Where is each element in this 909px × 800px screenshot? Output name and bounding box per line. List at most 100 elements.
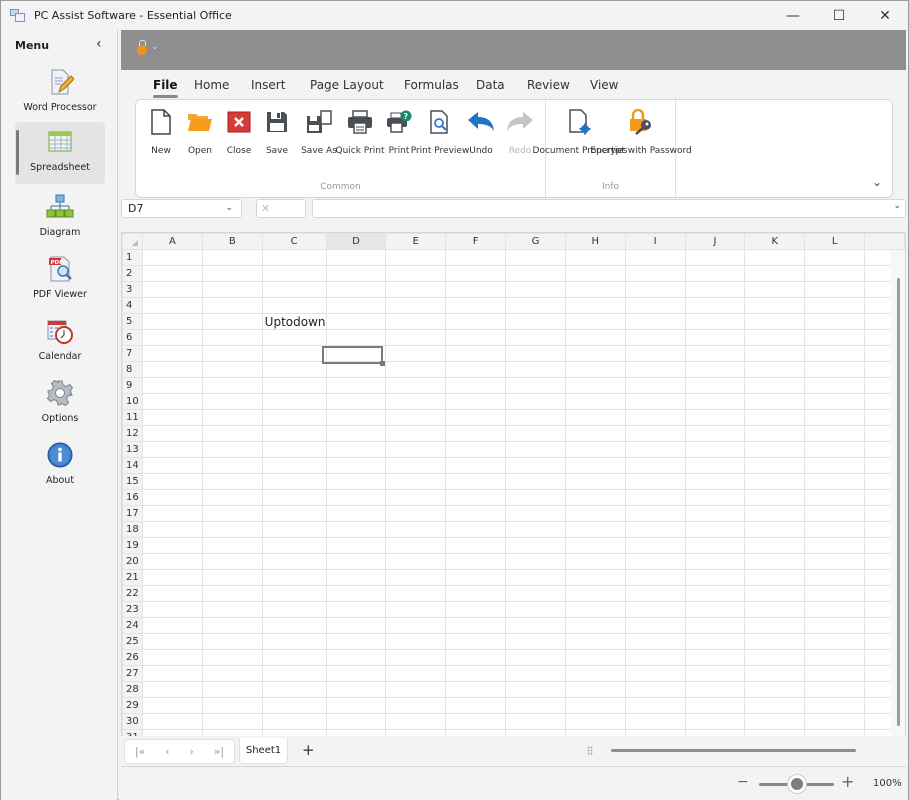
cell[interactable] (804, 569, 866, 586)
cell[interactable] (684, 377, 746, 394)
cell[interactable] (141, 697, 203, 714)
cell[interactable] (684, 473, 746, 490)
cell[interactable] (445, 409, 507, 426)
quick-print-button[interactable]: Quick Print (336, 108, 385, 157)
cell[interactable] (505, 697, 566, 714)
add-sheet-button[interactable]: + (302, 741, 315, 759)
cell[interactable] (325, 681, 387, 698)
cell[interactable] (624, 345, 686, 362)
cell[interactable] (385, 393, 447, 410)
cell[interactable] (445, 297, 507, 314)
cell[interactable] (385, 281, 447, 298)
cell[interactable] (445, 649, 507, 666)
close-document-button[interactable]: Close (219, 108, 259, 157)
cell[interactable] (505, 329, 566, 346)
cell[interactable] (744, 425, 806, 442)
formula-cancel-button[interactable]: ✕ (256, 199, 306, 218)
cell[interactable] (624, 313, 686, 330)
cell[interactable] (804, 393, 866, 410)
cell[interactable] (744, 361, 806, 378)
cell[interactable] (445, 425, 507, 442)
cell[interactable] (325, 633, 387, 650)
cell[interactable] (385, 249, 447, 266)
cell[interactable] (804, 537, 866, 554)
new-button[interactable]: New (141, 108, 181, 157)
cell[interactable] (141, 505, 203, 522)
cell[interactable] (744, 649, 806, 666)
cell[interactable] (564, 329, 626, 346)
cell[interactable] (505, 713, 566, 730)
save-button[interactable]: Save (257, 108, 297, 157)
cell[interactable] (325, 249, 387, 266)
cell[interactable] (201, 441, 263, 458)
column-header[interactable]: A (141, 233, 203, 250)
cell[interactable] (564, 265, 626, 282)
cell[interactable] (624, 569, 686, 586)
sidebar-item-spreadsheet[interactable]: Spreadsheet (15, 122, 105, 184)
cell[interactable] (261, 537, 327, 554)
cell[interactable] (744, 601, 806, 618)
cell[interactable] (684, 457, 746, 474)
sidebar-item-options[interactable]: Options (15, 373, 105, 435)
cell[interactable] (564, 473, 626, 490)
cell[interactable] (744, 457, 806, 474)
cell[interactable] (744, 409, 806, 426)
row-header[interactable]: 25 (122, 633, 143, 650)
cell[interactable] (445, 249, 507, 266)
cell[interactable] (505, 585, 566, 602)
cell[interactable] (564, 569, 626, 586)
cell[interactable] (141, 281, 203, 298)
cell[interactable] (325, 377, 387, 394)
cell[interactable] (564, 249, 626, 266)
cell[interactable] (684, 361, 746, 378)
column-header[interactable]: K (744, 233, 806, 250)
tab-page-layout[interactable]: Page Layout (310, 78, 384, 92)
cell[interactable] (564, 297, 626, 314)
cell[interactable] (804, 713, 866, 730)
cell[interactable] (804, 425, 866, 442)
cell[interactable] (744, 569, 806, 586)
cell[interactable] (141, 553, 203, 570)
chevron-down-icon[interactable]: ⌄ (893, 201, 901, 211)
cell[interactable] (325, 425, 387, 442)
column-header[interactable]: D (325, 233, 387, 250)
cell[interactable] (201, 265, 263, 282)
tab-view[interactable]: View (590, 78, 618, 92)
cell[interactable] (325, 585, 387, 602)
cell[interactable] (141, 585, 203, 602)
cell[interactable] (201, 313, 263, 330)
cell[interactable] (505, 553, 566, 570)
chevron-down-icon[interactable]: ⌄ (225, 200, 233, 217)
cell[interactable] (505, 393, 566, 410)
cell[interactable] (325, 505, 387, 522)
cell[interactable] (201, 713, 263, 730)
cell[interactable] (744, 313, 806, 330)
cell[interactable] (201, 361, 263, 378)
minimize-button[interactable]: — (770, 1, 816, 30)
cell[interactable] (505, 457, 566, 474)
cell[interactable] (385, 585, 447, 602)
cell[interactable] (744, 521, 806, 538)
cell[interactable] (684, 409, 746, 426)
sidebar-item-pdf-viewer[interactable]: PDF PDF Viewer (15, 249, 105, 311)
cell[interactable] (624, 713, 686, 730)
cell[interactable] (684, 265, 746, 282)
column-header[interactable]: H (564, 233, 626, 250)
sidebar-item-word-processor[interactable]: Word Processor (15, 62, 105, 124)
cell[interactable] (624, 441, 686, 458)
cell[interactable] (385, 265, 447, 282)
cell[interactable] (445, 393, 507, 410)
cell[interactable] (744, 697, 806, 714)
cell[interactable] (261, 553, 327, 570)
maximize-button[interactable]: ☐ (816, 1, 862, 30)
cell[interactable] (564, 665, 626, 682)
cell[interactable] (141, 329, 203, 346)
row-header[interactable]: 5 (122, 313, 143, 330)
cell[interactable] (325, 601, 387, 618)
row-header[interactable]: 21 (122, 569, 143, 586)
cell[interactable] (684, 425, 746, 442)
cell[interactable] (804, 265, 866, 282)
row-header[interactable]: 15 (122, 473, 143, 490)
cell[interactable] (445, 585, 507, 602)
cell[interactable] (684, 281, 746, 298)
